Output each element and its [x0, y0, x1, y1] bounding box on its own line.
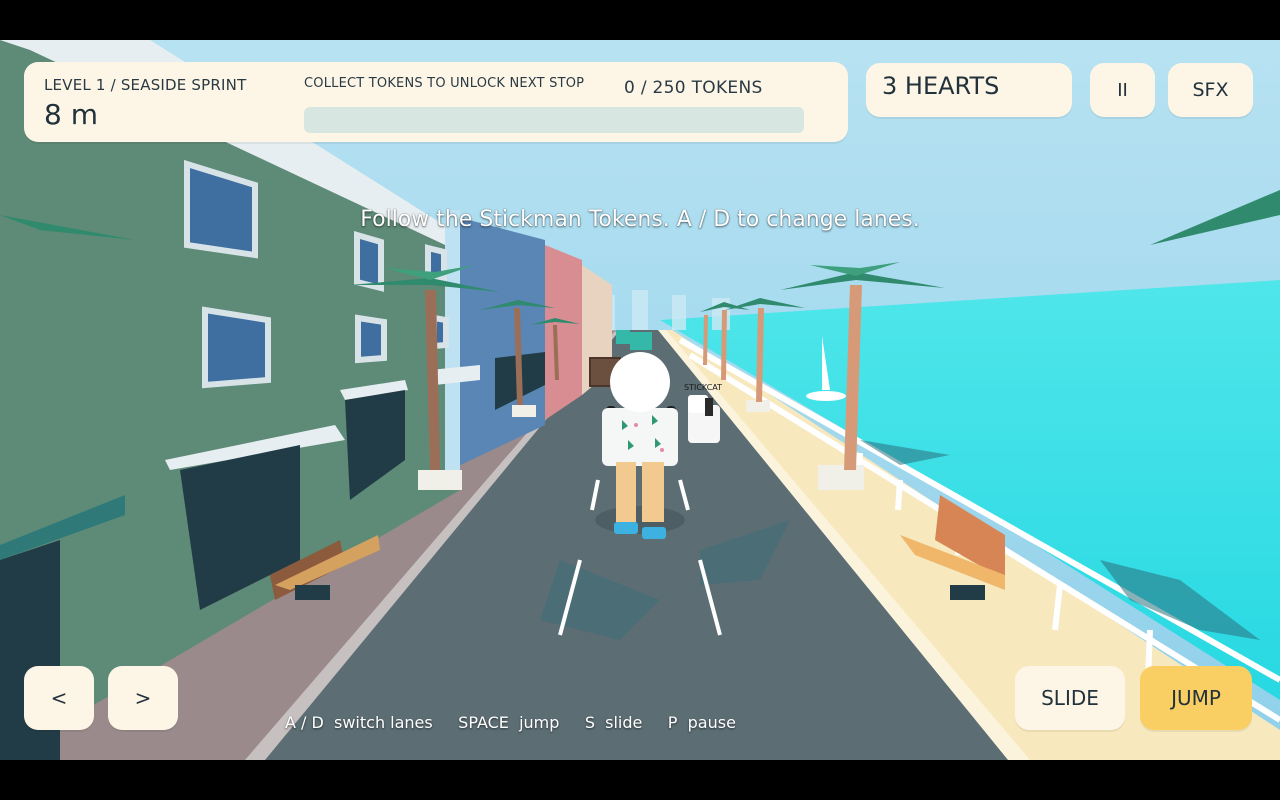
building-blue [450, 215, 545, 470]
letterbox-bottom [0, 760, 1280, 800]
hud-status-panel: LEVEL 1 / SEASIDE SPRINT 8 m COLLECT TOK… [24, 62, 848, 142]
building-pink [545, 245, 582, 420]
move-left-button[interactable]: < [24, 666, 94, 730]
distance-counter: 8 m [44, 98, 98, 131]
npc-name-label: STICKCAT [684, 383, 722, 392]
letterbox-top [0, 0, 1280, 40]
level-label: LEVEL 1 / SEASIDE SPRINT [44, 76, 247, 94]
game-scene: STICKCAT [0, 40, 1280, 760]
keyboard-hints: A / D switch lanes SPACE jump S slide P … [285, 713, 736, 732]
goal-text: COLLECT TOKENS TO UNLOCK NEXT STOP [304, 76, 585, 91]
hearts-panel: 3 HEARTS [866, 63, 1072, 117]
token-count: 0 / 250 TOKENS [624, 78, 763, 98]
pause-button[interactable]: II [1090, 63, 1155, 117]
sfx-toggle-button[interactable]: SFX [1168, 63, 1253, 117]
jump-button[interactable]: JUMP [1140, 666, 1252, 730]
slide-button[interactable]: SLIDE [1015, 666, 1125, 730]
hearts-count: 3 HEARTS [882, 72, 1000, 100]
token-progress-bar [304, 107, 804, 133]
instruction-hint: Follow the Stickman Tokens. A / D to cha… [360, 207, 920, 232]
move-right-button[interactable]: > [108, 666, 178, 730]
